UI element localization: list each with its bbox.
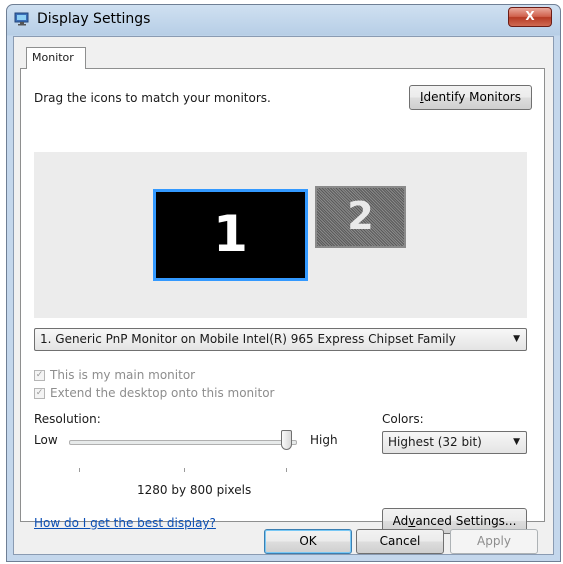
resolution-slider-track[interactable] — [69, 440, 297, 445]
colors-label: Colors: — [382, 412, 424, 426]
main-monitor-checkbox[interactable]: ✓ — [34, 370, 45, 381]
resolution-label: Resolution: — [34, 412, 101, 426]
slider-tick — [184, 468, 185, 472]
main-monitor-label: This is my main monitor — [50, 368, 196, 382]
monitor-1-icon[interactable]: 1 — [153, 189, 308, 281]
drag-instruction: Drag the icons to match your monitors. — [34, 91, 271, 105]
display-settings-window: Display Settings X Monitor Drag the icon… — [6, 4, 561, 562]
window-title: Display Settings — [37, 11, 151, 27]
ok-button[interactable]: OK — [264, 529, 352, 554]
monitor-2-icon[interactable]: 2 — [315, 186, 406, 248]
extend-desktop-label: Extend the desktop onto this monitor — [50, 386, 275, 400]
monitor-select-value: 1. Generic PnP Monitor on Mobile Intel(R… — [40, 332, 456, 346]
slider-tick — [286, 468, 287, 472]
resolution-high-label: High — [310, 433, 338, 447]
resolution-low-label: Low — [34, 433, 58, 447]
display-settings-icon — [14, 12, 30, 26]
tab-monitor[interactable]: Monitor — [26, 47, 86, 69]
monitor-select[interactable]: 1. Generic PnP Monitor on Mobile Intel(R… — [34, 328, 527, 351]
extend-desktop-checkbox[interactable]: ✓ — [34, 388, 45, 399]
dialog-body: Monitor Drag the icons to match your mon… — [13, 36, 554, 555]
resolution-value: 1280 by 800 pixels — [137, 483, 252, 497]
title-bar[interactable]: Display Settings X — [7, 5, 560, 35]
identify-monitors-button[interactable]: Identify Monitors — [409, 85, 532, 110]
apply-button[interactable]: Apply — [450, 529, 538, 554]
resolution-slider-thumb[interactable] — [281, 430, 292, 450]
monitor-arrangement-area: 1 2 — [34, 152, 527, 318]
colors-select[interactable]: Highest (32 bit) ▼ — [382, 431, 527, 454]
colors-select-value: Highest (32 bit) — [388, 435, 482, 449]
slider-tick — [79, 468, 80, 472]
dropdown-arrow-icon: ▼ — [513, 334, 520, 344]
best-display-help-link[interactable]: How do I get the best display? — [34, 516, 216, 530]
monitor-tab-panel: Drag the icons to match your monitors. I… — [20, 68, 545, 534]
close-button[interactable]: X — [508, 7, 552, 27]
dropdown-arrow-icon: ▼ — [513, 437, 520, 447]
cancel-button[interactable]: Cancel — [356, 529, 444, 554]
